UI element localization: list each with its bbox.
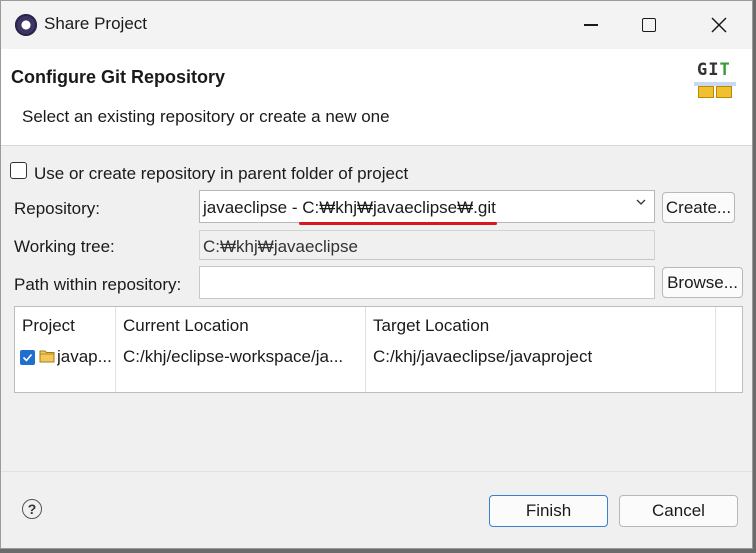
parent-folder-label: Use or create repository in parent folde… bbox=[34, 164, 409, 183]
project-table: Project Current Location Target Location… bbox=[14, 306, 743, 393]
column-header-target-location[interactable]: Target Location bbox=[366, 307, 716, 343]
project-folder-icon bbox=[39, 350, 55, 363]
git-logo-icon: GIT bbox=[694, 60, 738, 100]
page-description: Select an existing repository or create … bbox=[22, 107, 390, 126]
footer-divider bbox=[1, 471, 752, 472]
working-tree-value: C:₩khj₩javaeclipse bbox=[203, 237, 358, 256]
working-tree-field: C:₩khj₩javaeclipse bbox=[199, 230, 655, 260]
path-input[interactable] bbox=[199, 266, 655, 299]
repository-value: javaeclipse - C:₩khj₩javaeclipse₩.git bbox=[203, 198, 496, 217]
browse-button[interactable]: Browse... bbox=[662, 267, 743, 298]
cancel-button[interactable]: Cancel bbox=[619, 495, 738, 527]
share-project-dialog: Share Project Configure Git Repository S… bbox=[0, 0, 753, 549]
close-icon bbox=[711, 17, 727, 33]
minimize-icon bbox=[584, 24, 598, 26]
eclipse-app-icon bbox=[15, 14, 37, 36]
path-label: Path within repository: bbox=[14, 275, 182, 294]
git-logo-text: GI bbox=[697, 60, 720, 80]
wizard-header: Configure Git Repository Select an exist… bbox=[1, 49, 752, 146]
red-annotation-underline bbox=[299, 222, 497, 225]
project-row-checkbox[interactable] bbox=[20, 350, 35, 365]
title-bar: Share Project bbox=[1, 1, 752, 49]
git-logo-text-accent: T bbox=[719, 60, 731, 80]
chevron-down-icon bbox=[636, 199, 646, 205]
create-button[interactable]: Create... bbox=[662, 192, 735, 223]
current-location-cell: C:/khj/eclipse-workspace/ja... bbox=[123, 347, 344, 366]
column-header-current-location[interactable]: Current Location bbox=[116, 307, 366, 343]
repository-label: Repository: bbox=[14, 199, 100, 218]
maximize-button[interactable] bbox=[619, 1, 679, 49]
working-tree-label: Working tree: bbox=[14, 237, 115, 256]
check-icon bbox=[22, 353, 33, 362]
page-title: Configure Git Repository bbox=[11, 67, 226, 87]
target-location-cell: C:/khj/javaeclipse/javaproject bbox=[373, 347, 593, 366]
project-name: javap... bbox=[57, 347, 112, 366]
repository-combo[interactable]: javaeclipse - C:₩khj₩javaeclipse₩.git bbox=[199, 190, 655, 223]
finish-button[interactable]: Finish bbox=[489, 495, 608, 527]
maximize-icon bbox=[642, 18, 656, 32]
minimize-button[interactable] bbox=[561, 1, 621, 49]
close-button[interactable] bbox=[689, 1, 749, 49]
window-title: Share Project bbox=[44, 14, 147, 33]
column-header-project[interactable]: Project bbox=[15, 307, 116, 343]
parent-folder-checkbox[interactable] bbox=[10, 162, 27, 179]
help-icon[interactable]: ? bbox=[22, 499, 42, 519]
